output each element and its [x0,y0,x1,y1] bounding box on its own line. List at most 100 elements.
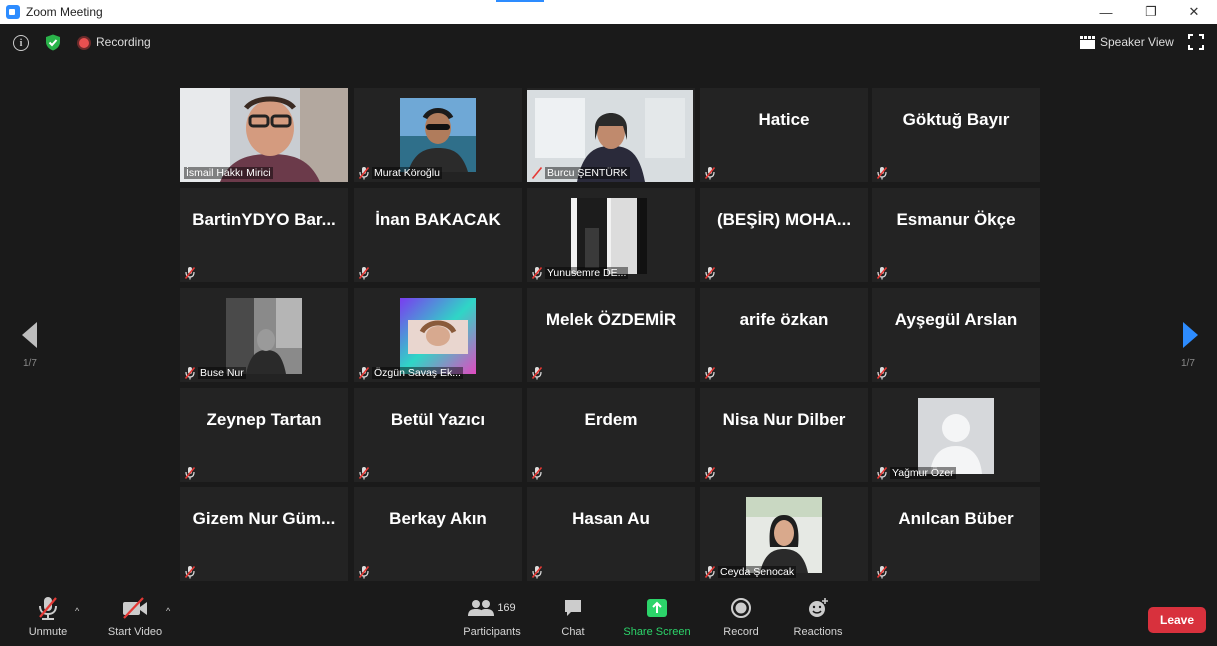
unmute-button[interactable]: Unmute [25,594,71,638]
muted-mic-icon [358,166,370,179]
participant-tile[interactable]: Özgün Savaş Ek... [354,288,522,382]
participant-name: İsmail Hakkı Mirici [184,166,273,179]
participants-icon [468,600,495,616]
chat-button[interactable]: Chat [555,594,591,638]
participant-tile[interactable]: Hatice [700,88,868,182]
page-indicator-left: 1/7 [23,358,37,369]
participant-name-tag [184,465,196,480]
start-video-button[interactable]: Start Video [104,594,166,638]
leave-button[interactable]: Leave [1148,607,1206,633]
start-video-label: Start Video [107,626,163,638]
participant-name-tag [184,564,196,579]
participant-video [400,98,476,172]
title-progress [496,0,726,3]
participant-display-name: Berkay Akın [389,509,487,528]
participant-name-tag: Buse Nur [184,365,246,380]
muted-mic-icon [531,466,543,479]
next-page-arrow-icon[interactable] [1183,322,1198,348]
audio-options-caret-icon[interactable]: ^ [75,606,79,616]
participant-tile[interactable]: Anılcan Büber [872,487,1040,581]
participant-display-name: arife özkan [739,310,829,329]
participant-name-tag [876,165,888,180]
record-button[interactable]: Record [720,594,762,638]
muted-mic-icon [358,266,370,279]
participant-display-name: Erdem [584,410,638,429]
participant-tile[interactable]: arife özkan [700,288,868,382]
video-options-caret-icon[interactable]: ^ [166,606,170,616]
participant-tile[interactable]: (BEŞİR) MOHA... [700,188,868,282]
microphone-muted-icon [39,597,57,620]
participant-tile[interactable]: Hasan Au [527,487,695,581]
participant-tile[interactable]: Erdem [527,388,695,482]
security-shield-icon[interactable] [45,34,61,51]
muted-mic-icon [184,266,196,279]
recording-dot-icon [79,38,89,48]
speaker-view-label: Speaker View [1100,35,1174,49]
participant-name: Murat Köroğlu [372,166,442,179]
participant-tile[interactable]: Nisa Nur Dilber [700,388,868,482]
participant-tile[interactable]: Ayşegül Arslan [872,288,1040,382]
muted-mic-icon [531,366,543,379]
unmute-label: Unmute [28,626,68,638]
meeting-toolbar: Unmute ^ Start Video ^ 169 Participants [0,590,1217,646]
participant-name-tag [876,564,888,579]
participant-video [918,398,994,474]
participant-tile[interactable]: Göktuğ Bayır [872,88,1040,182]
muted-mic-icon [358,565,370,578]
participant-tile[interactable]: İsmail Hakkı Mirici [180,88,348,182]
participant-tile[interactable]: Gizem Nur Güm... [180,487,348,581]
participant-tile[interactable]: Betül Yazıcı [354,388,522,482]
participant-display-name: Göktuğ Bayır [902,110,1010,129]
participant-tile[interactable]: Murat Köroğlu [354,88,522,182]
participant-name-tag [531,564,543,579]
participant-name-tag: Özgün Savaş Ek... [358,365,463,380]
reactions-button[interactable]: Reactions [790,594,846,638]
info-icon[interactable]: i [13,35,29,51]
participant-video [226,298,302,374]
participant-tile[interactable]: Berkay Akın [354,487,522,581]
muted-mic-icon [704,266,716,279]
restore-button[interactable]: ❐ [1131,0,1171,24]
fullscreen-icon[interactable] [1188,34,1204,50]
participant-tile[interactable]: Zeynep Tartan [180,388,348,482]
reactions-smiley-icon [809,598,828,617]
muted-mic-icon [876,166,888,179]
participant-video [746,497,822,573]
chat-label: Chat [561,626,585,638]
participant-tile[interactable]: İnan BAKACAK [354,188,522,282]
muted-mic-icon [704,366,716,379]
participant-name-tag: Burcu ŞENTÜRK [531,165,630,180]
participant-tile[interactable]: Melek ÖZDEMİR [527,288,695,382]
participant-name: Yunusemre DE... [545,266,629,279]
participant-name-tag: Murat Köroğlu [358,165,442,180]
participant-tile[interactable]: Ceyda Şenocak [700,487,868,581]
participant-display-name: Nisa Nur Dilber [722,410,846,429]
previous-page-arrow-icon[interactable] [22,322,37,348]
minimize-button[interactable]: — [1086,0,1126,24]
participant-name-tag: Yunusemre DE... [531,265,629,280]
participant-name: Ceyda Şenocak [718,565,797,578]
participant-display-name: Anılcan Büber [898,509,1014,528]
participant-tile[interactable]: Esmanur Ökçe [872,188,1040,282]
participant-display-name: Esmanur Ökçe [896,210,1016,229]
participant-display-name: Ayşegül Arslan [894,310,1018,329]
participant-name-tag [531,365,543,380]
share-screen-button[interactable]: Share Screen [620,594,694,638]
muted-mic-icon [876,266,888,279]
participant-tile[interactable]: Yağmur Özer [872,388,1040,482]
share-screen-icon [647,599,667,617]
participant-name: Yağmur Özer [890,466,956,479]
participant-tile[interactable]: Yunusemre DE... [527,188,695,282]
title-bar: Zoom Meeting — ❐ ✕ [0,0,1217,24]
chat-bubble-icon [565,600,581,616]
participants-button[interactable]: 169 Participants [458,594,526,638]
participant-tile[interactable]: BartinYDYO Bar... [180,188,348,282]
participant-name: Buse Nur [198,366,246,379]
participant-name-tag: Ceyda Şenocak [704,564,797,579]
close-button[interactable]: ✕ [1174,0,1214,24]
muted-mic-icon [704,166,716,179]
participant-tile[interactable]: Buse Nur [180,288,348,382]
participant-tile[interactable]: Burcu ŞENTÜRK [527,88,695,182]
participant-display-name: Hatice [758,110,810,129]
speaker-view-button[interactable]: Speaker View [1080,32,1174,52]
